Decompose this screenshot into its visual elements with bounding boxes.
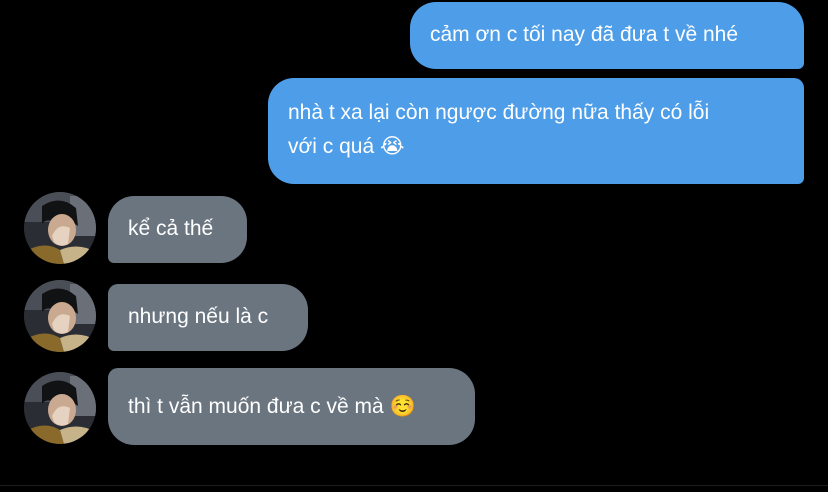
message-text: cảm ơn c tối nay đã đưa t về nhé: [430, 23, 738, 46]
chat-thread: cảm ơn c tối nay đã đưa t về nhé nhà t x…: [0, 0, 828, 492]
outgoing-message-bubble[interactable]: cảm ơn c tối nay đã đưa t về nhé: [410, 2, 804, 69]
incoming-message-bubble[interactable]: nhưng nếu là c: [108, 284, 308, 351]
message-text: nhưng nếu là c: [128, 305, 269, 328]
avatar-photo-icon: [24, 280, 96, 352]
message-text-line: với c quá 😭: [288, 135, 405, 158]
contact-avatar[interactable]: [24, 280, 96, 352]
avatar-photo-icon: [24, 192, 96, 264]
contact-avatar[interactable]: [24, 372, 96, 444]
incoming-message-bubble[interactable]: thì t vẫn muốn đưa c về mà ☺️: [108, 368, 475, 445]
message-text: kể cả thế: [128, 217, 214, 240]
divider: [0, 485, 828, 486]
incoming-message-bubble[interactable]: kể cả thế: [108, 196, 247, 263]
avatar-photo-icon: [24, 372, 96, 444]
contact-avatar[interactable]: [24, 192, 96, 264]
message-text: thì t vẫn muốn đưa c về mà ☺️: [128, 395, 416, 418]
message-text-line: nhà t xa lại còn ngược đường nữa thấy có…: [288, 101, 710, 124]
outgoing-message-bubble[interactable]: nhà t xa lại còn ngược đường nữa thấy có…: [268, 78, 804, 184]
